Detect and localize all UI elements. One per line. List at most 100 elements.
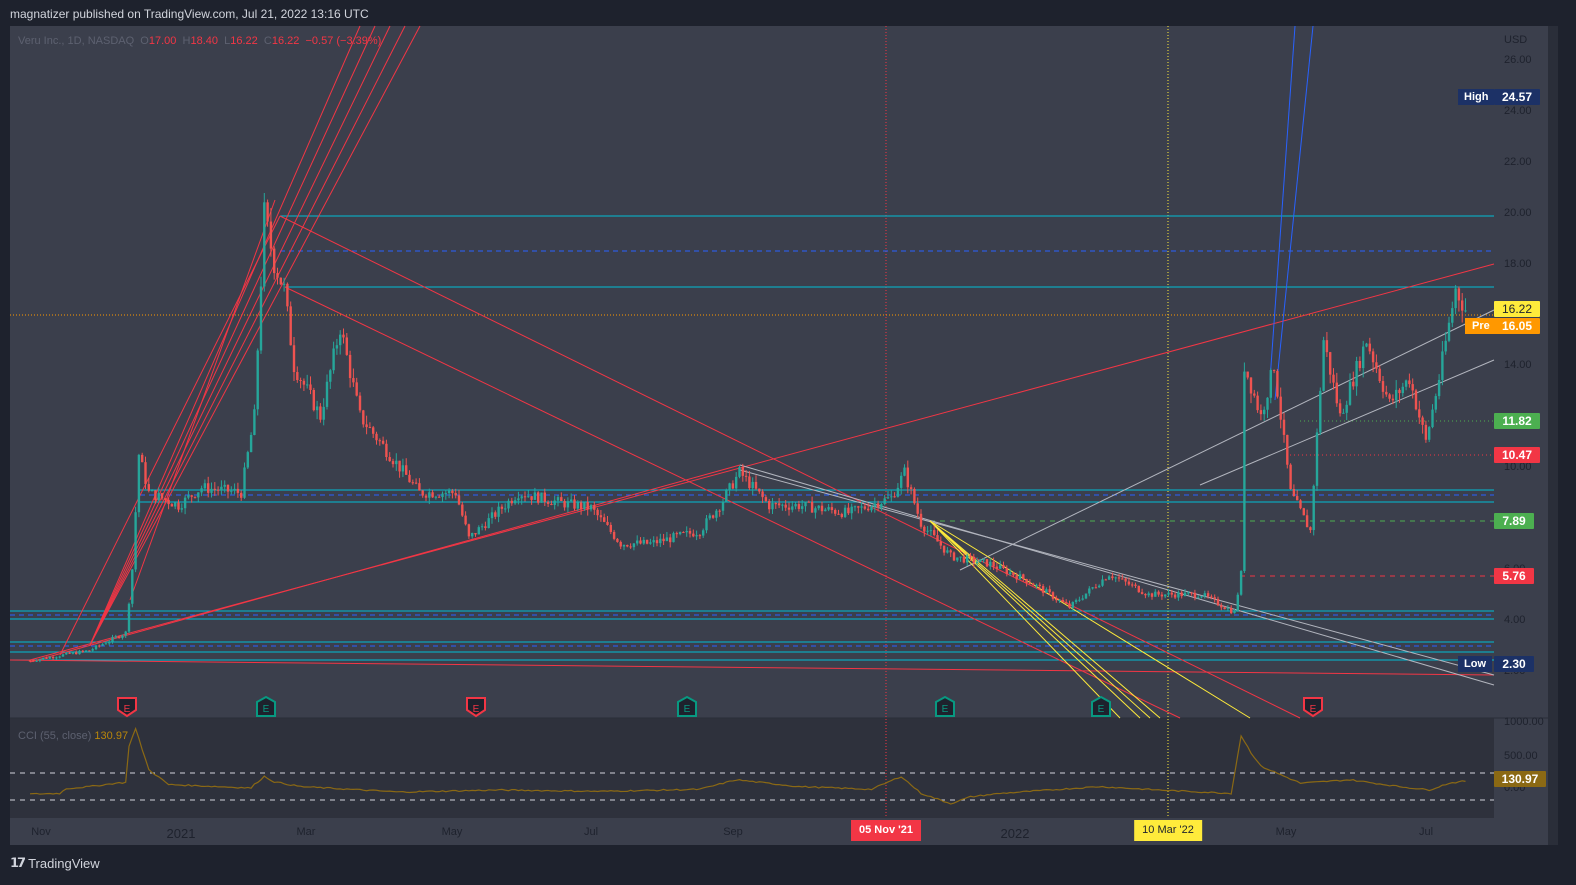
candle — [1259, 404, 1263, 421]
candle — [530, 496, 533, 505]
candle — [616, 537, 619, 543]
price-tick: 18.00 — [1504, 257, 1532, 270]
earnings-icon[interactable]: E — [1303, 697, 1323, 718]
candle — [1173, 591, 1177, 600]
candle — [728, 482, 731, 496]
price-tick: 14.00 — [1504, 359, 1532, 372]
candle — [946, 547, 949, 554]
candle — [1230, 605, 1233, 615]
candle — [325, 374, 329, 410]
candle — [381, 436, 385, 445]
candle — [820, 501, 824, 515]
svg-text:E: E — [942, 704, 949, 715]
candle — [537, 491, 540, 505]
high-tag: 24.57 — [1494, 89, 1540, 105]
earnings-icon[interactable]: E — [256, 695, 276, 717]
candle — [916, 497, 919, 518]
candle — [276, 267, 279, 285]
price-tick: 4.00 — [1504, 613, 1526, 626]
candle — [520, 494, 523, 505]
candle — [434, 495, 438, 500]
candle — [1424, 420, 1428, 443]
candle — [1140, 588, 1144, 595]
candle — [771, 498, 774, 514]
candle — [309, 376, 312, 395]
scrollbar[interactable] — [1548, 26, 1558, 845]
candle — [1005, 565, 1008, 577]
candle — [1051, 591, 1055, 601]
candle — [1256, 391, 1259, 413]
candle — [1154, 589, 1157, 597]
candle — [1183, 589, 1187, 597]
last-price-tag: 16.22 — [1494, 301, 1540, 317]
candle — [1431, 404, 1434, 429]
candle — [952, 551, 956, 562]
candle — [339, 330, 342, 355]
drawings — [9, 25, 1495, 818]
symbol-name: Veru Inc., 1D, NASDAQ — [18, 35, 135, 47]
candle — [893, 492, 896, 498]
candle — [510, 497, 513, 506]
candle — [764, 495, 768, 502]
candle — [791, 501, 794, 513]
candle — [698, 534, 702, 540]
tradingview-logo[interactable]: 𝟭𝟳 TradingView — [10, 855, 100, 871]
candle — [1286, 434, 1289, 469]
change-value: −0.57 (−3.39%) — [305, 35, 382, 47]
candle — [477, 525, 480, 535]
candle — [777, 498, 781, 509]
candle — [504, 503, 507, 513]
earnings-icon[interactable]: E — [935, 695, 955, 717]
candle — [890, 490, 893, 502]
earnings-icon[interactable]: E — [1091, 695, 1111, 717]
candle — [550, 500, 553, 506]
candle — [649, 538, 652, 545]
candle — [1022, 573, 1025, 582]
chart-canvas[interactable]: EEEEEEE — [0, 0, 1576, 885]
candle — [1164, 594, 1167, 599]
earnings-icon[interactable]: E — [466, 697, 486, 718]
candle — [137, 453, 141, 518]
candle — [144, 456, 147, 490]
candle — [1381, 376, 1385, 399]
candle — [708, 513, 711, 521]
candle — [513, 496, 517, 505]
time-tick: May — [1275, 826, 1297, 838]
candle — [1094, 583, 1098, 589]
candle — [913, 487, 916, 505]
candle — [497, 502, 500, 523]
candle — [1299, 499, 1302, 510]
candle — [596, 507, 599, 521]
candle — [385, 439, 388, 461]
candle — [362, 409, 365, 428]
candle — [391, 458, 395, 468]
candle — [669, 533, 672, 548]
candle — [936, 529, 939, 542]
candle — [418, 478, 421, 491]
earnings-icon[interactable]: E — [677, 695, 697, 717]
candle — [1358, 356, 1362, 372]
candle — [1104, 578, 1107, 581]
candle — [919, 509, 923, 529]
candle — [1253, 389, 1256, 398]
candle — [1441, 341, 1444, 386]
candle — [1088, 586, 1091, 597]
candle — [98, 644, 101, 648]
candle — [1335, 372, 1338, 407]
candle — [1352, 371, 1355, 390]
candle — [573, 494, 576, 511]
candle — [58, 655, 61, 659]
candle — [507, 498, 510, 513]
candle — [322, 398, 325, 426]
open-label: O — [140, 35, 149, 47]
candle — [131, 569, 134, 608]
earnings-icon[interactable]: E — [117, 697, 137, 718]
candle — [1461, 293, 1464, 323]
candle — [995, 562, 999, 573]
candle — [398, 460, 401, 478]
candle — [1312, 484, 1315, 536]
candle — [84, 650, 88, 652]
candle — [959, 556, 962, 562]
candle — [315, 400, 319, 420]
candle — [1375, 354, 1378, 374]
